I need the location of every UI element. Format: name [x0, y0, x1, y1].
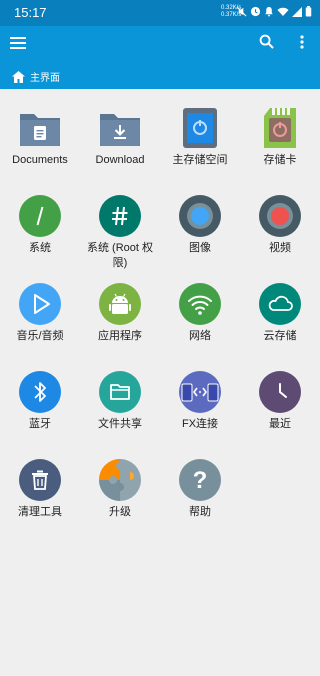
bell-icon [264, 6, 274, 17]
item-label: Download [95, 154, 145, 166]
more-options-button[interactable] [286, 26, 318, 61]
documents-folder-icon [18, 106, 62, 150]
item-network[interactable]: 网络 [160, 282, 240, 344]
trash-cleaner-icon [18, 458, 62, 502]
root-hash-icon [98, 194, 142, 238]
help-question-icon: ? [178, 458, 222, 502]
item-label: 帮助 [189, 506, 211, 518]
item-cleaner[interactable]: 清理工具 [0, 458, 80, 520]
item-label: 音乐/音频 [16, 330, 64, 342]
download-folder-icon [98, 106, 142, 150]
item-label: FX连接 [181, 418, 219, 430]
item-download[interactable]: Download [80, 106, 160, 168]
phone-storage-icon [178, 106, 222, 150]
videos-icon [258, 194, 302, 238]
item-label: 系统 (Root 权限) [86, 242, 153, 269]
item-label: 图像 [189, 242, 211, 254]
item-sd-card[interactable]: 存储卡 [240, 106, 320, 168]
item-label: 存储卡 [263, 154, 297, 166]
svg-text:?: ? [193, 467, 208, 494]
more-vert-icon [300, 34, 304, 53]
item-recent[interactable]: 最近 [240, 370, 320, 432]
wifi-network-icon [178, 282, 222, 326]
battery-icon [305, 6, 312, 17]
do-not-disturb-icon [250, 6, 261, 17]
breadcrumb-label: 主界面 [30, 73, 60, 84]
item-upgrade[interactable]: 升级 [80, 458, 160, 520]
search-icon [259, 34, 274, 53]
status-bar: 15:17 0.32K/s 0.37K/s [0, 0, 320, 26]
music-play-icon [18, 282, 62, 326]
wifi-icon [277, 7, 289, 17]
item-main-storage[interactable]: 主存储空间 [160, 106, 240, 168]
status-time: 15:17 [14, 5, 47, 20]
breadcrumb[interactable]: 主界面 [0, 61, 320, 89]
app-bar [0, 26, 320, 61]
item-system[interactable]: 系统 [0, 194, 80, 256]
home-icon [12, 68, 25, 87]
android-apps-icon [98, 282, 142, 326]
item-system-root[interactable]: 系统 (Root 权限) [80, 194, 160, 271]
item-label: 文件共享 [98, 418, 142, 430]
item-help[interactable]: ? 帮助 [160, 458, 240, 520]
mute-icon [236, 6, 247, 17]
item-documents[interactable]: Documents [0, 106, 80, 168]
item-images[interactable]: 图像 [160, 194, 240, 256]
item-music[interactable]: 音乐/音频 [0, 282, 80, 344]
images-icon [178, 194, 222, 238]
item-label: 蓝牙 [29, 418, 51, 430]
item-label: 最近 [269, 418, 291, 430]
item-fx-connect[interactable]: FX连接 [160, 370, 240, 432]
item-cloud[interactable]: 云存储 [240, 282, 320, 344]
item-apps[interactable]: 应用程序 [80, 282, 160, 344]
upgrade-puzzle-icon [98, 458, 142, 502]
status-icons [236, 6, 312, 17]
item-label: 主存储空间 [172, 154, 228, 166]
item-label: 视频 [269, 242, 291, 254]
item-label: Documents [12, 154, 68, 166]
fx-connect-icon [178, 370, 222, 414]
item-label: 系统 [29, 242, 51, 254]
bluetooth-icon [18, 370, 62, 414]
item-label: 网络 [189, 330, 211, 342]
item-label: 云存储 [263, 330, 297, 342]
item-label: 清理工具 [18, 506, 62, 518]
system-slash-icon [18, 194, 62, 238]
hamburger-menu-icon [10, 34, 26, 53]
file-share-folder-icon [98, 370, 142, 414]
item-file-share[interactable]: 文件共享 [80, 370, 160, 432]
sd-card-icon [258, 106, 302, 150]
item-bluetooth[interactable]: 蓝牙 [0, 370, 80, 432]
item-label: 升级 [109, 506, 131, 518]
signal-icon [292, 6, 302, 17]
menu-button[interactable] [2, 26, 34, 61]
cloud-icon [258, 282, 302, 326]
item-label: 应用程序 [98, 330, 142, 342]
item-videos[interactable]: 视频 [240, 194, 320, 256]
search-button[interactable] [250, 26, 282, 61]
recent-clock-icon [258, 370, 302, 414]
